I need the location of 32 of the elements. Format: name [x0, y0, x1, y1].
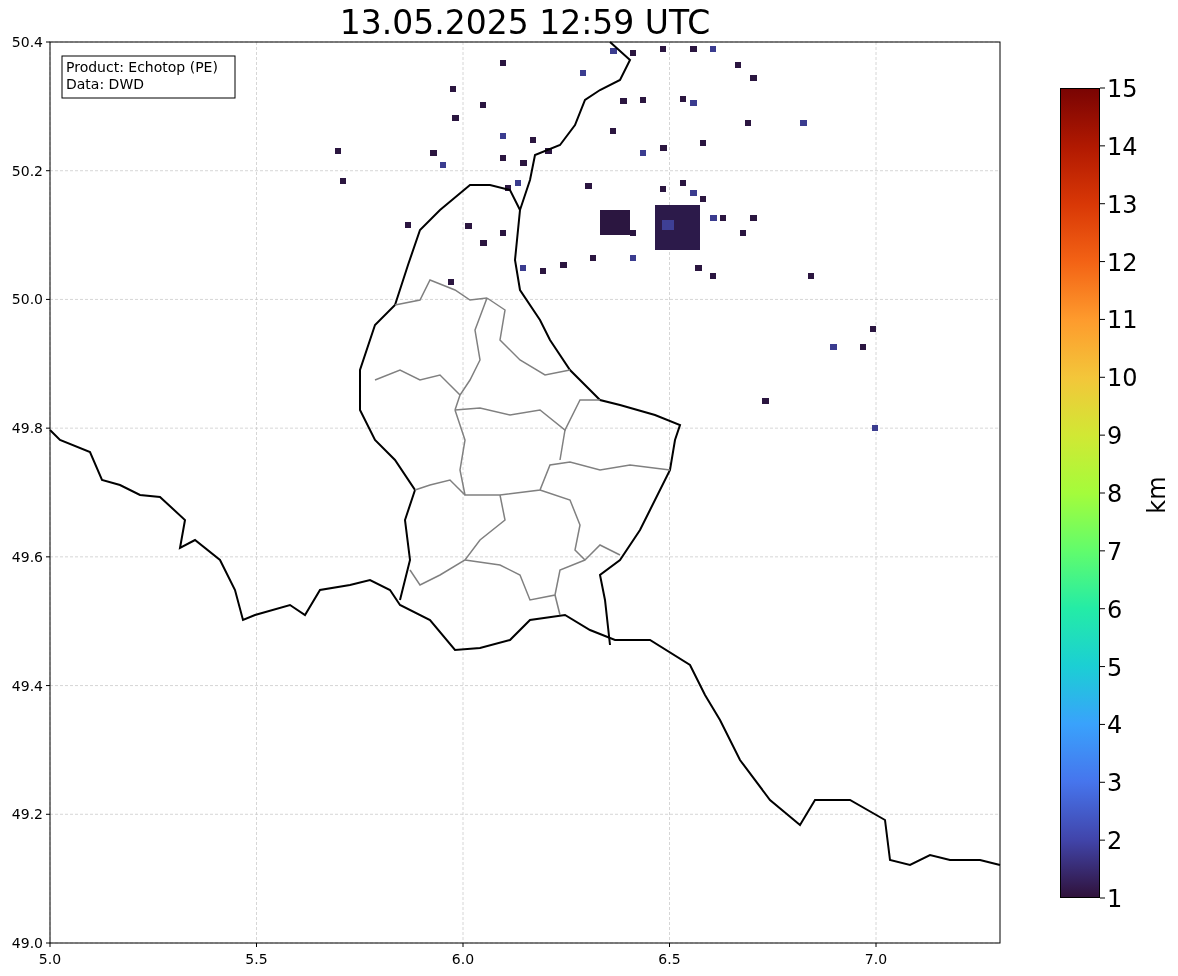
colorbar-tick-label: 15 [1107, 75, 1138, 103]
colorbar-tick-label: 13 [1107, 190, 1138, 219]
colorbar-tick-label: 4 [1107, 711, 1123, 740]
axis-tick-label: 49.0 [11, 935, 43, 951]
colorbar-tick-label: 14 [1107, 132, 1138, 161]
info-text: Product: Echotop (PE) [66, 59, 218, 75]
chart-title: 13.05.2025 12:59 UTC [339, 3, 711, 42]
axis-tick-label: 6.0 [451, 951, 475, 967]
colorbar-tick-label: 2 [1107, 827, 1123, 856]
axis-tick-label: 49.4 [11, 677, 43, 694]
axis-tick-label: 5.5 [245, 951, 268, 967]
colorbar-tick-label: 7 [1107, 537, 1123, 566]
colorbar-tick-label: 8 [1107, 480, 1123, 508]
colorbar-tick-label: 1 [1107, 885, 1123, 913]
axis-tick-label: 6.5 [658, 951, 681, 967]
axis-tick-label: 7.0 [864, 951, 888, 967]
axis-tick-label: 5.0 [38, 951, 62, 967]
axis-tick-label: 49.2 [11, 806, 43, 823]
colorbar-tick-label: 11 [1107, 306, 1138, 335]
axis-tick-label: 49.6 [11, 548, 43, 565]
info-text: Data: DWD [66, 76, 144, 92]
axis-tick-label: 50.2 [11, 162, 43, 179]
colorbar-label: km [1143, 476, 1171, 514]
colorbar-tick-label: 10 [1107, 364, 1138, 393]
colorbar-tick-label: 9 [1107, 422, 1123, 451]
axis-tick-label: 49.8 [11, 420, 43, 437]
colorbar-tick-label: 6 [1107, 595, 1123, 624]
axis-tick-label: 50.4 [11, 34, 43, 50]
axis-tick-label: 50.0 [11, 291, 43, 308]
colorbar-tick-label: 12 [1107, 248, 1138, 277]
colorbar-tick-label: 5 [1107, 653, 1123, 682]
colorbar-tick-label: 3 [1107, 769, 1123, 798]
